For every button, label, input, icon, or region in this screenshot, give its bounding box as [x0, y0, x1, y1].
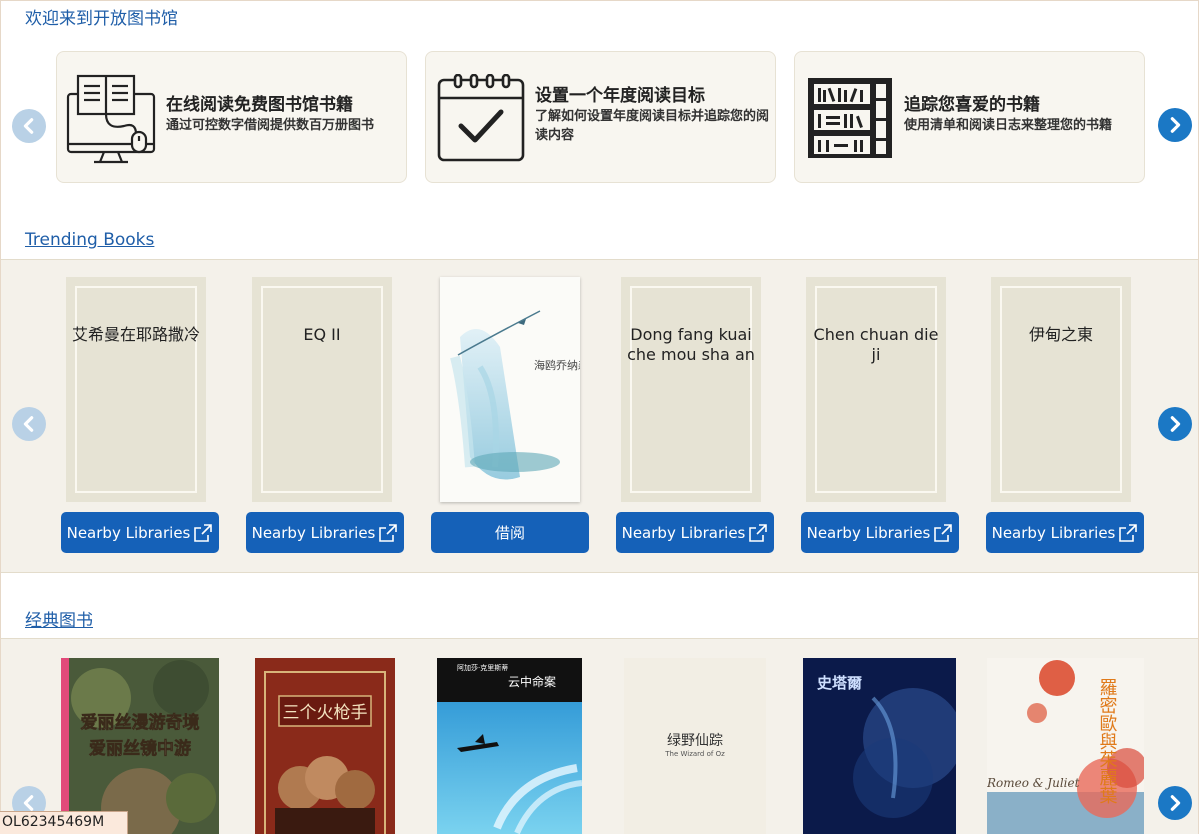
- book-cover-placeholder[interactable]: EQ II: [252, 277, 392, 502]
- promo-heading: 在线阅读免费图书馆书籍: [166, 95, 353, 115]
- calendar-check-icon: [435, 73, 527, 164]
- nearby-libraries-button[interactable]: Nearby Libraries: [246, 512, 404, 553]
- promo-card-reading-goal[interactable]: 设置一个年度阅读目标 了解如何设置年度阅读目标并追踪您的阅读内容: [425, 51, 776, 183]
- book-cover-title: Dong fang kuai che mou sha an: [627, 325, 755, 364]
- edition-id-badge: OL62345469M: [0, 811, 128, 834]
- promo-subtext: 通过可控数字借阅提供数百万册图书: [166, 118, 375, 133]
- nearby-libraries-button[interactable]: Nearby Libraries: [616, 512, 774, 553]
- book-cover-image-jonathan-seagull[interactable]: 海鸥乔纳森: [440, 277, 580, 502]
- button-label: Nearby Libraries: [251, 523, 376, 542]
- button-label: Nearby Libraries: [621, 523, 746, 542]
- svg-text:云中命案: 云中命案: [508, 674, 556, 689]
- svg-text:阿加莎·克里斯蒂: 阿加莎·克里斯蒂: [457, 663, 508, 672]
- trending-prev-arrow-icon[interactable]: [12, 407, 46, 441]
- book-cover-image-death-in-clouds[interactable]: 阿加莎·克里斯蒂 云中命案: [437, 658, 582, 834]
- nearby-libraries-button[interactable]: Nearby Libraries: [61, 512, 219, 553]
- svg-text:爱丽丝漫游奇境: 爱丽丝漫游奇境: [81, 712, 200, 733]
- svg-text:海鸥乔纳森: 海鸥乔纳森: [534, 358, 580, 372]
- book-cover-subtitle: Romeo & Juliet: [987, 776, 1080, 790]
- classic-books-link[interactable]: 经典图书: [25, 606, 93, 631]
- book-cover-title: EQ II: [303, 325, 341, 344]
- svg-text:羅密歐與茱麗葉: 羅密歐與茱麗葉: [1097, 678, 1118, 804]
- book-cover-placeholder[interactable]: 伊甸之東: [991, 277, 1131, 502]
- nearby-libraries-button[interactable]: Nearby Libraries: [986, 512, 1144, 553]
- promo-heading: 设置一个年度阅读目标: [535, 86, 705, 106]
- promo-card-track-books[interactable]: 追踪您喜爱的书籍 使用清单和阅读日志来整理您的书籍: [794, 51, 1145, 183]
- button-label: Nearby Libraries: [806, 523, 931, 542]
- promo-card-read-online[interactable]: 在线阅读免费图书馆书籍 通过可控数字借阅提供数百万册图书: [56, 51, 407, 183]
- external-link-icon: [1119, 523, 1138, 542]
- trending-books-link[interactable]: Trending Books: [25, 230, 154, 250]
- promo-heading: 追踪您喜爱的书籍: [904, 95, 1040, 115]
- book-cover-title: 绿野仙踪: [667, 733, 723, 749]
- book-cover-placeholder[interactable]: Chen chuan die ji: [806, 277, 946, 502]
- book-cover-image-three-musketeers[interactable]: 三个火枪手: [255, 658, 395, 834]
- bookshelf-icon: [804, 74, 896, 164]
- external-link-icon: [379, 523, 398, 542]
- book-cover-subtitle: The Wizard of Oz: [665, 750, 725, 758]
- book-cover-image-romeo-juliet[interactable]: 羅密歐與茱麗葉 Romeo & Juliet: [987, 658, 1144, 834]
- book-cover-title: 艾希曼在耶路撒冷: [72, 325, 201, 344]
- promo-prev-arrow-icon[interactable]: [12, 109, 46, 143]
- trending-next-arrow-icon[interactable]: [1158, 407, 1192, 441]
- external-link-icon: [194, 523, 213, 542]
- nearby-libraries-button[interactable]: Nearby Libraries: [801, 512, 959, 553]
- book-cover-title: 伊甸之東: [1028, 325, 1093, 344]
- computer-library-icon: [66, 74, 158, 164]
- promo-next-arrow-icon[interactable]: [1158, 108, 1192, 142]
- book-cover-title: Chen chuan die ji: [813, 325, 939, 364]
- promo-subtext: 了解如何设置年度阅读目标并追踪您的阅读内容: [535, 109, 770, 143]
- svg-text:史塔爾: 史塔爾: [817, 674, 862, 692]
- book-cover-image-stalker[interactable]: 史塔爾: [803, 658, 956, 834]
- external-link-icon: [749, 523, 768, 542]
- classics-next-arrow-icon[interactable]: [1158, 786, 1192, 820]
- borrow-button[interactable]: 借阅: [431, 512, 589, 553]
- button-label: Nearby Libraries: [991, 523, 1116, 542]
- book-cover-image-alice[interactable]: 爱丽丝漫游奇境 爱丽丝镜中游: [61, 658, 219, 834]
- external-link-icon: [934, 523, 953, 542]
- svg-text:爱丽丝镜中游: 爱丽丝镜中游: [89, 738, 191, 759]
- welcome-title: 欢迎来到开放图书馆: [25, 9, 178, 29]
- button-label: Nearby Libraries: [66, 523, 191, 542]
- book-cover-placeholder[interactable]: Dong fang kuai che mou sha an: [621, 277, 761, 502]
- button-label: 借阅: [494, 524, 525, 542]
- svg-text:三个火枪手: 三个火枪手: [283, 703, 368, 723]
- book-cover-placeholder[interactable]: 艾希曼在耶路撒冷: [66, 277, 206, 502]
- book-cover-image-wizard-of-oz[interactable]: 绿野仙踪 The Wizard of Oz: [624, 658, 766, 834]
- promo-subtext: 使用清单和阅读日志来整理您的书籍: [904, 118, 1113, 133]
